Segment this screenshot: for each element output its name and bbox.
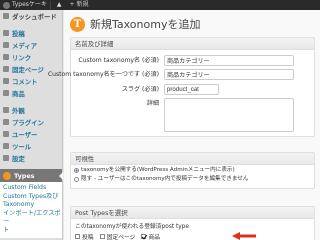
menu-types-label: Types [14,171,35,180]
menu-comments-label: コメント [12,77,38,86]
admin-bar-divider [49,1,51,9]
checkbox-post[interactable]: 投稿 [75,232,94,240]
menu-users-label: ユーザー [12,130,38,139]
pages-icon [3,66,9,72]
visibility-option-hidden[interactable]: 隠す - ユーザーはこのtaxonomy内で投稿データを編集できません [71,176,314,183]
radio-public[interactable] [74,168,79,173]
field-row-slug: スラグ (必須) [71,84,314,95]
post-types-box: Post Typesを選択 このtaxonomyが使われる登録済post typ… [70,206,315,240]
dashboard-icon [3,13,9,19]
field-label-singular: Custom taxonomy名を一つです (必須) [47,71,159,78]
menu-links[interactable]: リンク [0,51,62,63]
admin-sidebar: ダッシュボード 投稿 メディア リンク 固定ページ コメント 商品 外観 プラグ… [0,10,63,240]
field-label-slug: スラグ (必須) [121,86,159,93]
plus-icon: + [69,1,77,8]
checkbox-page-box[interactable] [99,234,105,239]
submenu-custom-types[interactable]: Custom Types及び [0,193,62,202]
menu-links-label: リンク [12,53,32,62]
field-row-singular: Custom taxonomy名を一つです (必須) [48,69,314,80]
links-icon [3,54,9,60]
menu-settings[interactable]: 設定 [0,152,62,164]
tools-icon [3,143,9,149]
post-types-note: このtaxonomyが使われる登録済post type [75,224,189,230]
menu-pages-label: 固定ページ [12,65,44,74]
submenu-import-export-cont[interactable]: ト [0,227,62,236]
post-types-title: Post Typesを選択 [71,207,314,219]
visibility-option-public-label: taxonomyを公開する(WordPress Adminメニュー内に表示) [81,167,235,173]
menu-posts[interactable]: 投稿 [0,27,62,39]
menu-users[interactable]: ユーザー [0,128,62,140]
posts-icon [3,30,9,36]
menu-products[interactable]: 商品 [0,87,62,99]
submenu-custom-fields[interactable]: Custom Fields [0,184,62,193]
visibility-box: 可視性 taxonomyを公開する(WordPress Adminメニュー内に表… [70,152,315,189]
checkbox-page-label: 固定ページ [106,235,136,240]
field-label-description: 詳細 [146,100,159,107]
menu-appearance[interactable]: 外観 [0,104,62,116]
visibility-option-public[interactable]: taxonomyを公開する(WordPress Adminメニュー内に表示) [71,167,314,174]
page-title: 新規Taxonomyを追加 [90,18,201,31]
menu-dashboard[interactable]: ダッシュボード [0,10,62,22]
menu-media-label: メディア [12,41,38,50]
page-header: T 新規Taxonomyを追加 [70,16,200,32]
menu-tools[interactable]: ツール [0,140,62,152]
products-icon [3,90,9,96]
menu-media[interactable]: メディア [0,39,62,51]
menu-settings-label: 設定 [12,154,25,163]
red-arrow-icon [232,232,256,240]
checkbox-product-label: 商品 [148,235,161,240]
menu-appearance-label: 外観 [12,106,25,115]
appearance-icon [3,107,9,113]
taxonomy-slug-input[interactable] [164,84,219,95]
types-logo-icon: T [70,16,85,32]
submenu-taxonomy[interactable]: Taxonomy [0,201,62,210]
menu-tools-label: ツール [12,142,32,151]
plugins-icon [3,119,9,125]
comments-icon[interactable]: ▲ [57,0,62,10]
submenu-import-export[interactable]: インポート/エクスポー [0,210,62,227]
types-icon [3,171,11,180]
radio-hidden[interactable] [74,177,79,182]
menu-dashboard-label: ダッシュボード [12,12,57,21]
site-name-link[interactable]: Typesケーキ [3,0,47,10]
checkbox-product-box[interactable] [141,234,147,239]
taxonomy-description-textarea[interactable] [164,98,294,132]
menu-products-label: 商品 [12,89,25,98]
main-content: T 新規Taxonomyを追加 名前及び詳細 Custom taxonomy名 … [48,10,320,240]
name-details-box: 名前及び詳細 Custom taxonomy名 (必須) Custom taxo… [48,37,315,137]
checkbox-page[interactable]: 固定ページ [99,232,136,240]
menu-plugins-label: プラグイン [12,118,44,127]
taxonomy-singular-input[interactable] [164,69,294,80]
field-row-name: Custom taxonomy名 (必須) [71,55,314,66]
visibility-title: 可視性 [71,153,314,165]
checkbox-product[interactable]: 商品 [141,232,160,240]
comments-menu-icon [3,78,9,84]
post-types-checkbox-row: 投稿 固定ページ 商品 [71,232,314,240]
field-label-name: Custom taxonomy名 (必須) [78,57,159,64]
site-name: Typesケーキ [12,1,47,8]
checkbox-post-box[interactable] [75,234,80,239]
wordpress-logo-icon[interactable] [3,1,10,9]
admin-bar: Typesケーキ ▲ + 新規 [0,0,320,10]
visibility-option-hidden-label: 隠す - ユーザーはこのtaxonomy内で投稿データを編集できません [81,176,249,182]
taxonomy-name-input[interactable] [164,55,294,66]
users-icon [3,131,9,137]
media-icon [3,42,9,48]
name-details-title: 名前及び詳細 [71,38,314,50]
settings-icon [3,155,9,161]
new-content-link[interactable]: + 新規 [70,0,89,10]
checkbox-post-label: 投稿 [82,235,94,240]
menu-plugins[interactable]: プラグイン [0,116,62,128]
menu-posts-label: 投稿 [12,29,25,38]
menu-types[interactable]: Types [0,169,63,182]
new-content-label: 新規 [76,1,89,8]
types-submenu: Custom Fields Custom Types及び Taxonomy イン… [0,182,62,238]
